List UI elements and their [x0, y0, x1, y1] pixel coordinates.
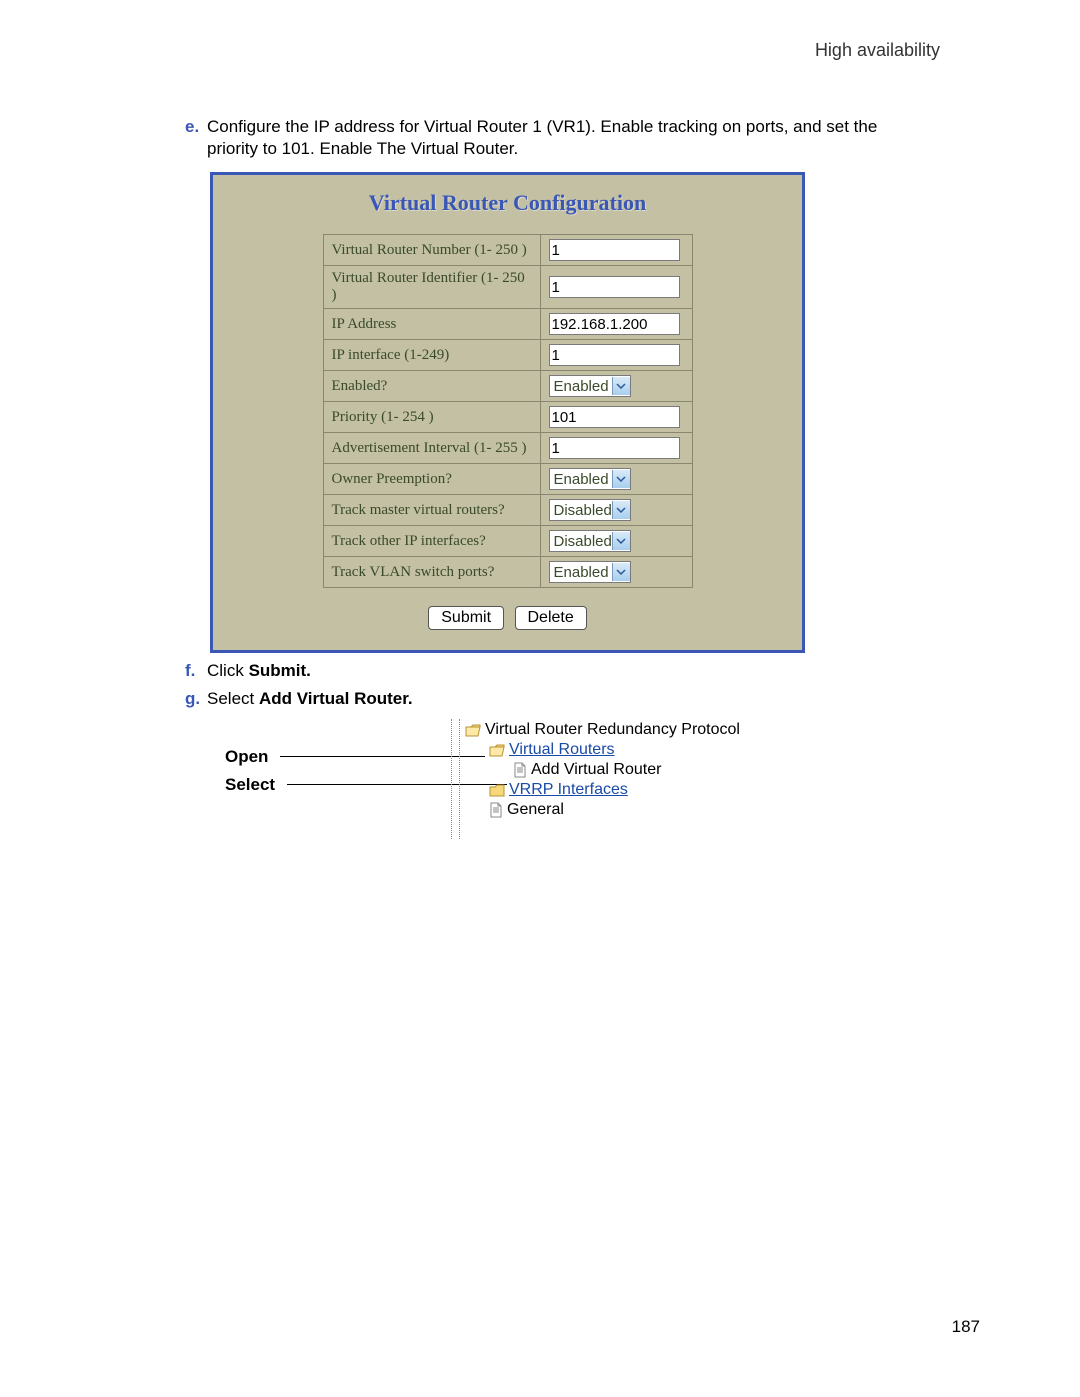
step-g-marker: g. [185, 689, 207, 709]
row-label: IP Address [323, 309, 540, 340]
tree-label: Virtual Routers [509, 741, 615, 759]
delete-button[interactable]: Delete [515, 606, 587, 630]
tree-label: General [507, 801, 564, 819]
enabled-select[interactable]: Enabled [549, 375, 631, 397]
row-label: Track other IP interfaces? [323, 526, 540, 557]
step-f-marker: f. [185, 661, 207, 681]
select-value: Disabled [554, 502, 612, 519]
row-label: Track master virtual routers? [323, 495, 540, 526]
config-panel: Virtual Router Configuration Virtual Rou… [210, 172, 805, 653]
table-row: Enabled? Enabled [323, 371, 692, 402]
table-row: IP Address [323, 309, 692, 340]
row-label: Enabled? [323, 371, 540, 402]
step-f-bold: Submit. [249, 661, 311, 680]
select-value: Disabled [554, 533, 612, 550]
row-label: IP interface (1-249) [323, 340, 540, 371]
config-table: Virtual Router Number (1- 250 ) Virtual … [323, 234, 693, 588]
panel-title: Virtual Router Configuration [213, 190, 802, 216]
callout-line [280, 756, 485, 757]
row-label: Owner Preemption? [323, 464, 540, 495]
table-row: Track other IP interfaces? Disabled [323, 526, 692, 557]
document-icon [513, 762, 527, 778]
table-row: Owner Preemption? Enabled [323, 464, 692, 495]
step-e-marker: e. [185, 116, 207, 138]
vr-number-input[interactable] [549, 239, 680, 261]
chevron-down-icon [612, 377, 630, 395]
select-value: Enabled [554, 564, 612, 581]
track-vlan-select[interactable]: Enabled [549, 561, 631, 583]
priority-input[interactable] [549, 406, 680, 428]
chevron-down-icon [612, 470, 630, 488]
row-label: Priority (1- 254 ) [323, 402, 540, 433]
table-row: Track master virtual routers? Disabled [323, 495, 692, 526]
document-icon [489, 802, 503, 818]
tree-node-add-virtual-router[interactable]: Add Virtual Router [513, 761, 740, 779]
table-row: Virtual Router Number (1- 250 ) [323, 235, 692, 266]
page-header: High availability [90, 40, 940, 61]
table-row: IP interface (1-249) [323, 340, 692, 371]
step-g-bold: Add Virtual Router. [259, 689, 413, 708]
ip-interface-input[interactable] [549, 344, 680, 366]
track-ip-select[interactable]: Disabled [549, 530, 631, 552]
tree-node-vrrp-interfaces[interactable]: VRRP Interfaces [489, 781, 740, 799]
chevron-down-icon [612, 501, 630, 519]
step-e-text-1: Configure the IP address for Virtual Rou… [207, 117, 877, 136]
nav-tree: Virtual Router Redundancy Protocol Virtu… [465, 719, 740, 821]
folder-closed-icon [489, 784, 505, 797]
folder-open-icon [489, 744, 505, 757]
step-e-text-2: priority to 101. Enable The Virtual Rout… [207, 139, 518, 158]
vr-identifier-input[interactable] [549, 276, 680, 298]
table-row: Advertisement Interval (1- 255 ) [323, 433, 692, 464]
tree-node-virtual-routers[interactable]: Virtual Routers [489, 741, 740, 759]
row-label: Virtual Router Identifier (1- 250 ) [323, 266, 540, 309]
select-value: Enabled [554, 378, 612, 395]
select-value: Enabled [554, 471, 612, 488]
ip-address-input[interactable] [549, 313, 680, 335]
step-g-prefix: Select [207, 689, 259, 708]
owner-preemption-select[interactable]: Enabled [549, 468, 631, 490]
table-row: Priority (1- 254 ) [323, 402, 692, 433]
tree-label: Virtual Router Redundancy Protocol [485, 721, 740, 739]
row-label: Track VLAN switch ports? [323, 557, 540, 588]
submit-button[interactable]: Submit [428, 606, 504, 630]
tree-node-vrrp[interactable]: Virtual Router Redundancy Protocol [465, 721, 740, 739]
step-f-prefix: Click [207, 661, 249, 680]
tree-guide [451, 719, 452, 839]
track-master-select[interactable]: Disabled [549, 499, 631, 521]
tree-guide [459, 719, 460, 839]
row-label: Virtual Router Number (1- 250 ) [323, 235, 540, 266]
folder-open-icon [465, 724, 481, 737]
step-f: f.Click Submit. [185, 661, 990, 681]
chevron-down-icon [612, 532, 630, 550]
chevron-down-icon [612, 563, 630, 581]
table-row: Virtual Router Identifier (1- 250 ) [323, 266, 692, 309]
callout-select: Select [225, 775, 275, 795]
callout-open: Open [225, 747, 268, 767]
tree-label: VRRP Interfaces [509, 781, 628, 799]
step-e: e.Configure the IP address for Virtual R… [185, 116, 990, 160]
table-row: Track VLAN switch ports? Enabled [323, 557, 692, 588]
row-label: Advertisement Interval (1- 255 ) [323, 433, 540, 464]
tree-node-general[interactable]: General [489, 801, 740, 819]
adv-interval-input[interactable] [549, 437, 680, 459]
tree-label: Add Virtual Router [531, 761, 661, 779]
page-number: 187 [952, 1317, 980, 1337]
step-g: g.Select Add Virtual Router. [185, 689, 990, 709]
